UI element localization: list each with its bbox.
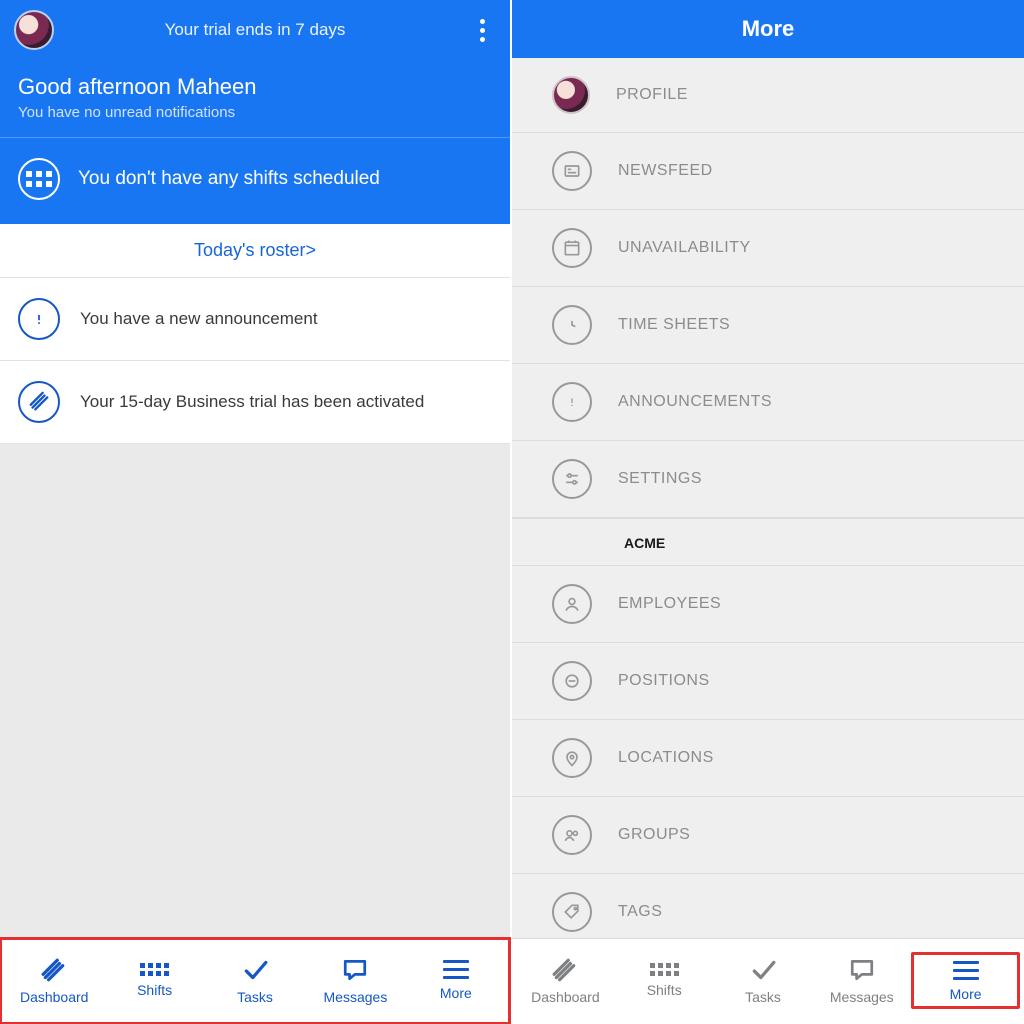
more-header: More [512, 0, 1024, 58]
positions-icon [552, 661, 592, 701]
tab-tasks[interactable]: Tasks [205, 957, 305, 1005]
greeting-subtitle: You have no unread notifications [18, 104, 492, 121]
tab-dashboard[interactable]: Dashboard [516, 957, 615, 1005]
group-icon [552, 815, 592, 855]
tab-more[interactable]: More [911, 952, 1020, 1009]
trial-banner: Your trial ends in 7 days [0, 20, 510, 40]
announcement-row[interactable]: You have a new announcement [0, 278, 510, 361]
menu-employees[interactable]: EMPLOYEES [512, 566, 1024, 643]
menu-timesheets[interactable]: TIME SHEETS [512, 287, 1024, 364]
avatar-icon [552, 76, 590, 114]
calendar-icon [552, 228, 592, 268]
dashboard-screen: Your trial ends in 7 days Good afternoon… [0, 0, 512, 1024]
announcement-text: You have a new announcement [80, 309, 318, 329]
menu-profile[interactable]: PROFILE [512, 58, 1024, 133]
section-acme: ACME [512, 518, 1024, 566]
tab-messages[interactable]: Messages [305, 957, 405, 1005]
menu-locations[interactable]: LOCATIONS [512, 720, 1024, 797]
greeting-block: Good afternoon Maheen You have no unread… [0, 60, 510, 137]
shift-status: You don't have any shifts scheduled [0, 137, 510, 224]
trial-activated-row[interactable]: Your 15-day Business trial has been acti… [0, 361, 510, 444]
menu-settings[interactable]: SETTINGS [512, 441, 1024, 518]
trial-activated-text: Your 15-day Business trial has been acti… [80, 392, 424, 412]
sliders-icon [552, 459, 592, 499]
tag-icon [552, 892, 592, 932]
person-icon [552, 584, 592, 624]
menu-tags[interactable]: TAGS [512, 874, 1024, 938]
tab-dashboard[interactable]: Dashboard [4, 957, 104, 1005]
tab-bar: Dashboard Shifts Tasks Messages More [512, 938, 1024, 1024]
todays-roster-link[interactable]: Today's roster> [0, 224, 510, 278]
dashboard-header: Your trial ends in 7 days Good afternoon… [0, 0, 510, 224]
menu-unavailability[interactable]: UNAVAILABILITY [512, 210, 1024, 287]
menu-announcements[interactable]: ANNOUNCEMENTS [512, 364, 1024, 441]
tab-shifts[interactable]: Shifts [615, 963, 714, 998]
alert-icon [552, 382, 592, 422]
shift-status-text: You don't have any shifts scheduled [78, 168, 380, 190]
menu-positions[interactable]: POSITIONS [512, 643, 1024, 720]
clock-icon [552, 305, 592, 345]
hamburger-icon [443, 960, 469, 979]
newsfeed-icon [552, 151, 592, 191]
shifts-grid-icon [18, 158, 60, 200]
pin-icon [552, 738, 592, 778]
hamburger-icon [953, 961, 979, 980]
menu-newsfeed[interactable]: NEWSFEED [512, 133, 1024, 210]
tab-tasks[interactable]: Tasks [714, 957, 813, 1005]
tab-more[interactable]: More [406, 960, 506, 1001]
menu-groups[interactable]: GROUPS [512, 797, 1024, 874]
alert-icon [18, 298, 60, 340]
tab-shifts[interactable]: Shifts [104, 963, 204, 998]
more-screen: More PROFILE NEWSFEED UNAVAILABILITY [512, 0, 1024, 1024]
stripes-icon [18, 381, 60, 423]
tab-bar: Dashboard Shifts Tasks Messages More [0, 938, 510, 1024]
tab-messages[interactable]: Messages [812, 957, 911, 1005]
greeting-title: Good afternoon Maheen [18, 74, 492, 100]
more-menu: PROFILE NEWSFEED UNAVAILABILITY TIME SHE… [512, 58, 1024, 938]
